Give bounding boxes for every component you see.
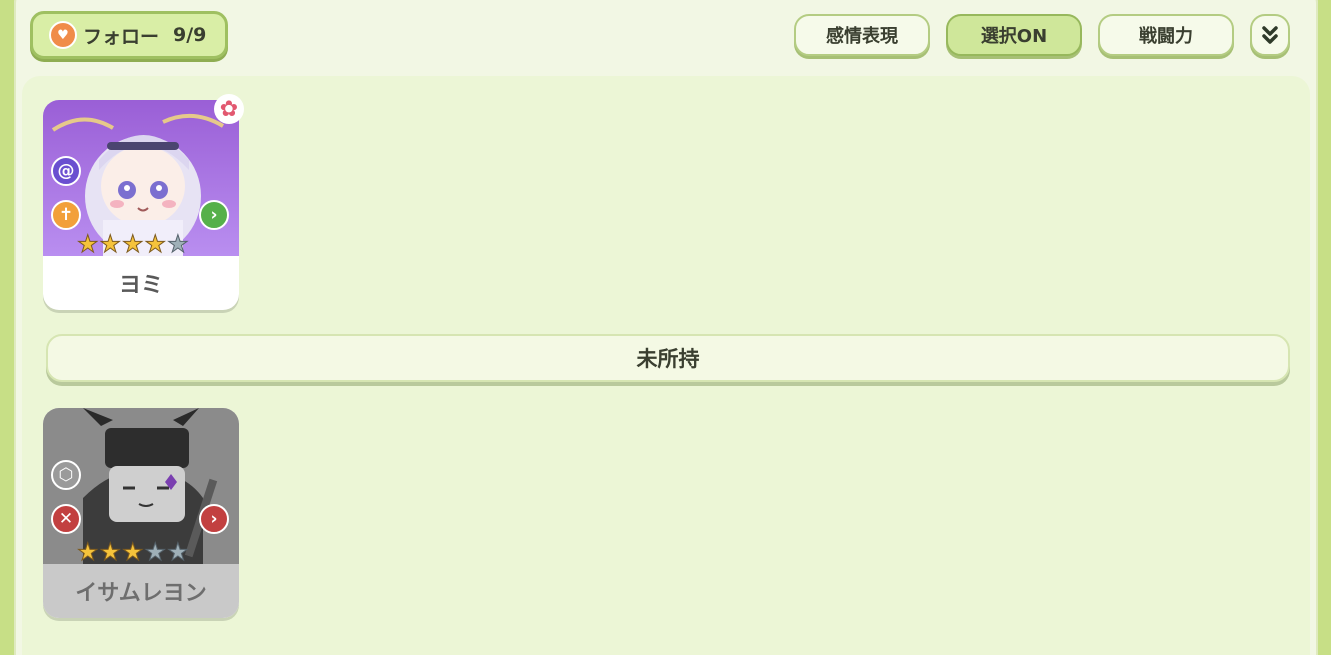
- follow-count: 9/9: [173, 24, 207, 46]
- double-chevron-down-icon: [1262, 26, 1278, 44]
- expand-button[interactable]: [1250, 14, 1290, 56]
- character-name: イサムレヨン: [43, 564, 239, 618]
- select-toggle-button[interactable]: 選択ON: [946, 14, 1082, 56]
- select-toggle-label: 選択ON: [980, 26, 1048, 47]
- star-icon: ★: [167, 538, 189, 566]
- character-name: ヨミ: [118, 273, 163, 298]
- combat-power-label: 戦闘力: [1139, 26, 1193, 47]
- emotion-button[interactable]: 感情表現: [794, 14, 930, 56]
- unowned-section-label: 未所持: [636, 347, 700, 371]
- follow-label: フォロー: [83, 25, 160, 48]
- star-icon: ★: [144, 538, 167, 566]
- star-rating: ★ ★ ★ ★ ★: [77, 230, 190, 258]
- swirl-icon: @: [51, 156, 81, 186]
- star-rating: ★ ★ ★ ★ ★: [77, 538, 190, 566]
- star-icon: ★: [167, 230, 189, 258]
- wrench-icon: ✕: [51, 504, 81, 534]
- heart-icon: ♥: [49, 21, 77, 49]
- character-card-unowned[interactable]: ⬡ ✕ › ★ ★ ★ ★ ★ イサムレヨン: [43, 408, 239, 618]
- star-icon: ★: [122, 538, 144, 566]
- combat-power-button[interactable]: 戦闘力: [1098, 14, 1234, 56]
- character-card[interactable]: @ ✝ › ★ ★ ★ ★ ★ ヨミ: [43, 100, 239, 310]
- hexagon-icon: ⬡: [51, 460, 81, 490]
- star-icon: ★: [99, 230, 122, 258]
- chevron-right-icon: ›: [199, 504, 229, 534]
- star-icon: ★: [122, 230, 144, 258]
- emotion-button-label: 感情表現: [826, 26, 898, 47]
- star-icon: ★: [144, 230, 167, 258]
- star-icon: ★: [77, 230, 99, 258]
- unowned-section-header: 未所持: [46, 334, 1290, 382]
- star-icon: ★: [77, 538, 99, 566]
- star-icon: ★: [99, 538, 122, 566]
- flower-icon: ✿: [214, 94, 244, 124]
- cross-icon: ✝: [51, 200, 81, 230]
- chevron-right-icon: ›: [199, 200, 229, 230]
- follow-button[interactable]: ♥ フォロー 9/9: [30, 11, 228, 59]
